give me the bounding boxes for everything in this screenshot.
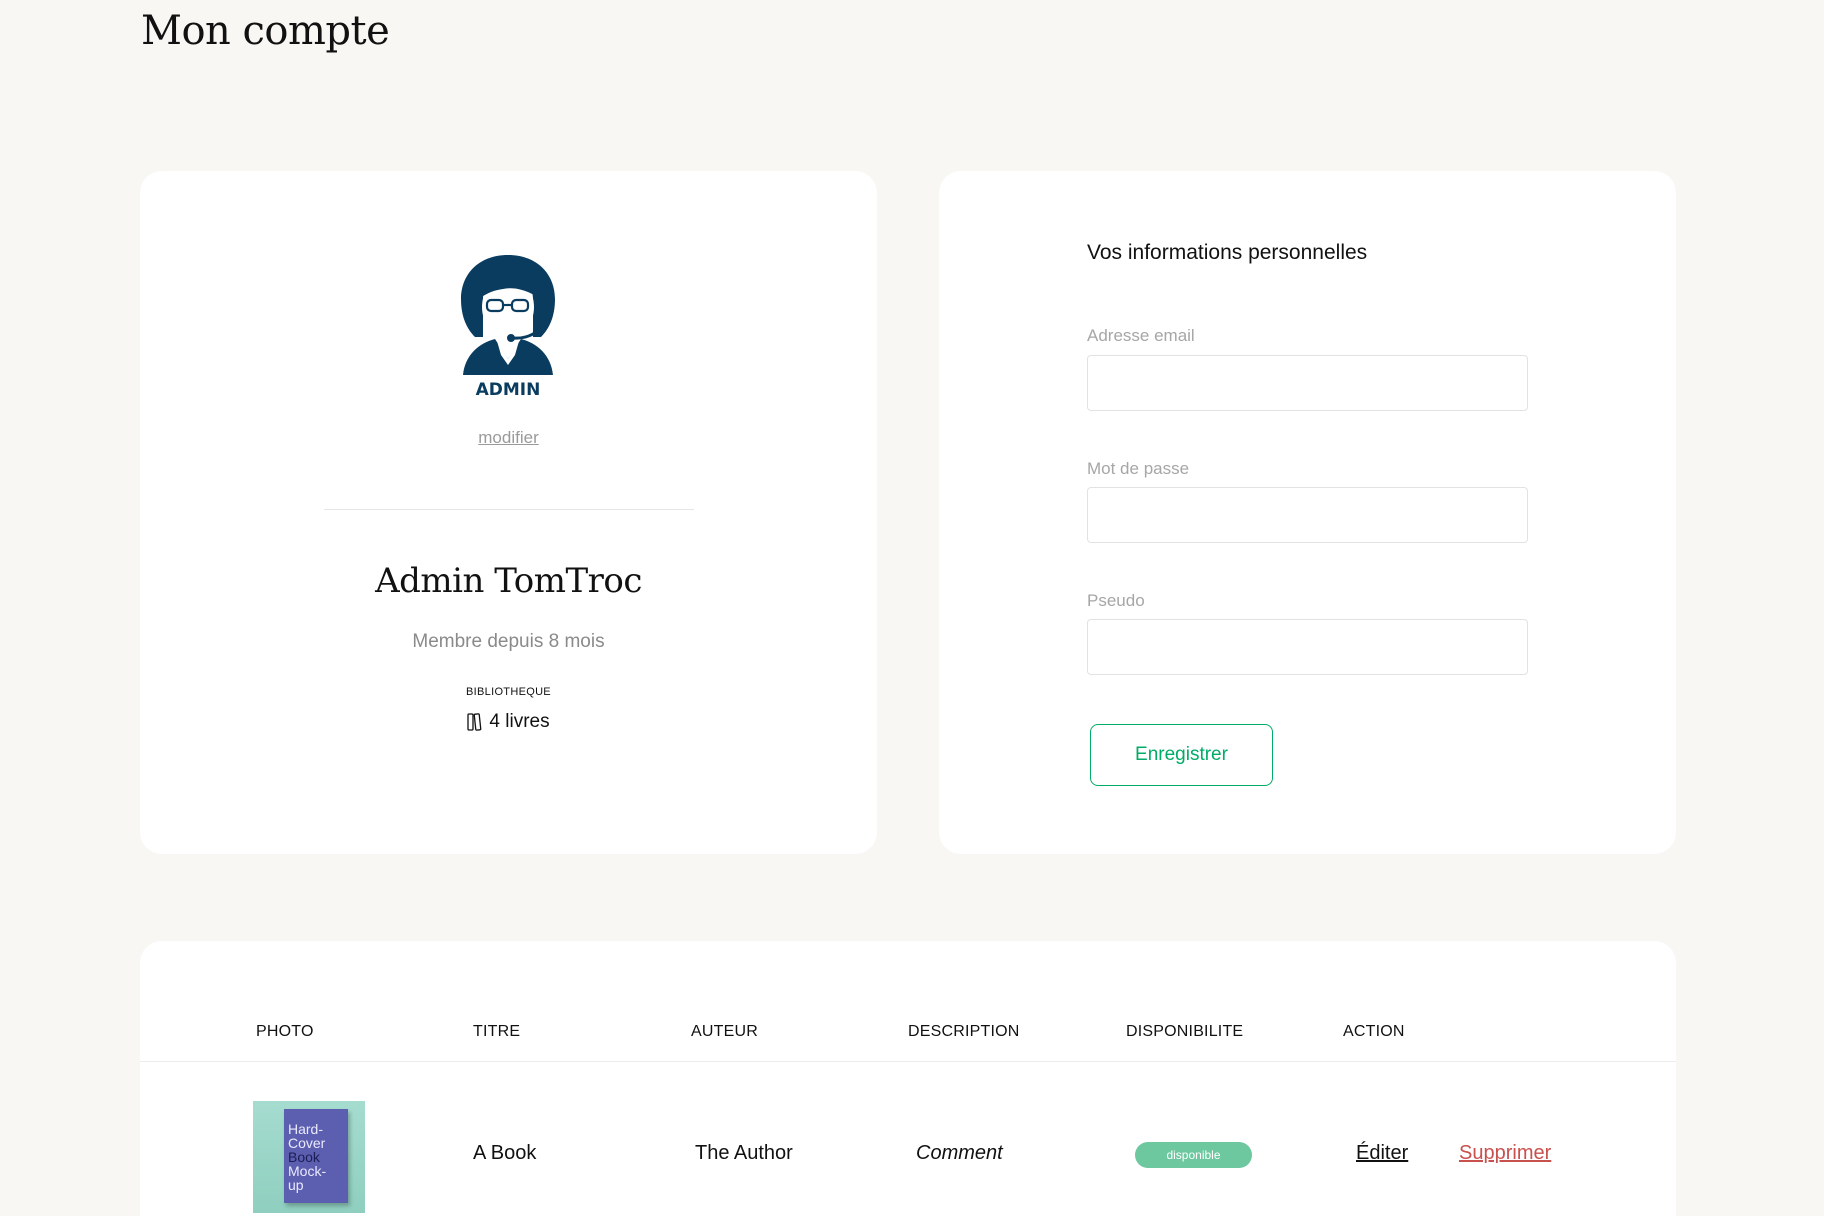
- pseudo-field[interactable]: [1087, 619, 1528, 675]
- library-count: 4 livres: [140, 711, 877, 733]
- avatar[interactable]: ADMIN: [423, 237, 593, 407]
- books-count: 4 livres: [489, 711, 550, 732]
- email-label: Adresse email: [1087, 326, 1195, 345]
- header-availability: DISPONIBILITE: [1126, 1023, 1244, 1040]
- books-icon: [467, 713, 482, 731]
- profile-card: ADMIN modifier Admin TomTroc Membre depu…: [140, 171, 877, 854]
- header-author: AUTEUR: [691, 1023, 758, 1040]
- profile-name: Admin TomTroc: [375, 561, 642, 601]
- header-title: TITRE: [473, 1023, 521, 1040]
- modify-avatar-link[interactable]: modifier: [140, 428, 877, 448]
- book-cover-image: Hard- Cover Book Mock- up: [253, 1101, 365, 1213]
- header-photo: PHOTO: [256, 1023, 314, 1040]
- books-table: PHOTO TITRE AUTEUR DESCRIPTION DISPONIBI…: [140, 941, 1676, 1216]
- email-field[interactable]: [1087, 355, 1528, 411]
- book-author: The Author: [695, 1142, 793, 1164]
- pseudo-label: Pseudo: [1087, 591, 1145, 610]
- member-since: Membre depuis 8 mois: [412, 631, 605, 652]
- info-title: Vos informations personnelles: [1087, 241, 1368, 264]
- table-divider: [140, 1061, 1676, 1062]
- book-title: A Book: [473, 1142, 537, 1164]
- admin-avatar-icon: ADMIN: [461, 255, 555, 400]
- book-description: Comment: [916, 1142, 1003, 1164]
- edit-book-link[interactable]: Éditer: [1356, 1142, 1408, 1165]
- personal-info-card: Vos informations personnelles Adresse em…: [939, 171, 1676, 854]
- delete-book-link[interactable]: Supprimer: [1459, 1142, 1551, 1165]
- page-title: Mon compte: [141, 8, 390, 54]
- password-label: Mot de passe: [1087, 459, 1190, 478]
- profile-divider: [324, 509, 694, 510]
- save-button[interactable]: Enregistrer: [1090, 724, 1273, 786]
- account-page: Mon compte ADMIN modifier Admin TomTroc …: [0, 0, 1824, 1216]
- library-label: BIBLIOTHEQUE: [466, 686, 551, 698]
- header-action: ACTION: [1343, 1023, 1405, 1040]
- availability-badge: disponible: [1135, 1142, 1252, 1168]
- header-description: DESCRIPTION: [908, 1023, 1020, 1040]
- password-field[interactable]: [1087, 487, 1528, 543]
- svg-text:ADMIN: ADMIN: [476, 380, 541, 400]
